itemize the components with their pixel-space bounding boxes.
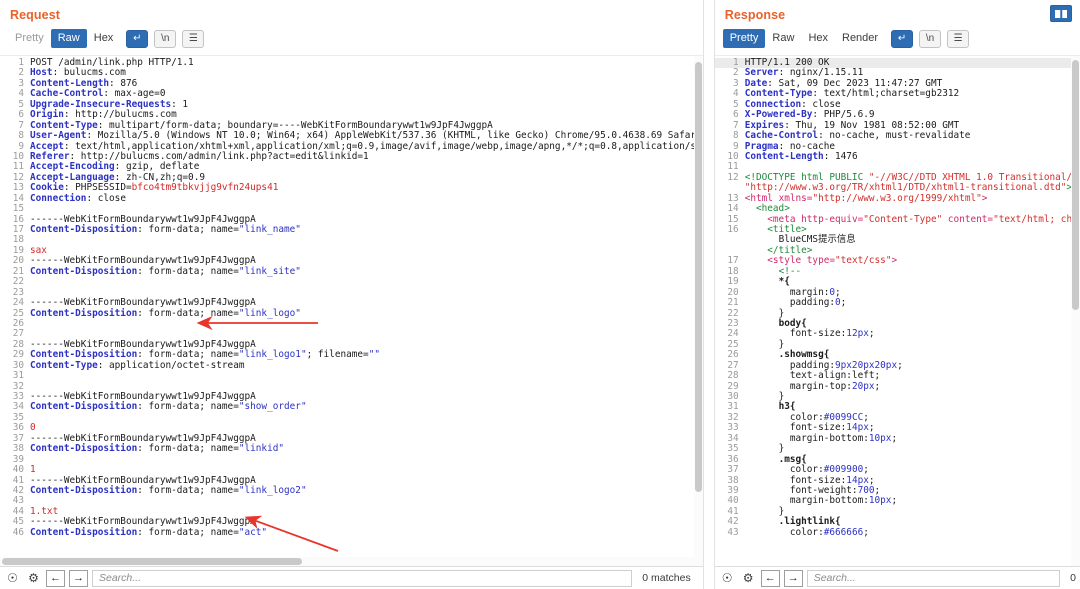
request-toolbar: Pretty Raw Hex ↵ \n ☰ xyxy=(0,28,703,55)
response-code-area[interactable]: 1 HTTP/1.1 200 OK 2 Server: nginx/1.15.11 3 D… xyxy=(714,55,1080,566)
request-tab-pretty[interactable]: Pretty xyxy=(8,29,51,48)
request-vscroll-thumb[interactable] xyxy=(694,62,702,492)
panel-splitter[interactable] xyxy=(702,0,715,589)
response-panel: Response Pretty Raw Hex Render ↵ \n ☰ 1H… xyxy=(714,0,1080,589)
request-panel: Request Pretty Raw Hex ↵ \n ☰ 1 POST /adm… xyxy=(0,0,703,589)
response-code: 1 HTTP/1.1 200 OK 2 Server: nginx/1.15.11 3 D… xyxy=(714,56,1080,538)
response-gear-icon[interactable]: ⚙ xyxy=(740,570,757,587)
request-hscroll-thumb[interactable] xyxy=(2,558,302,565)
request-code-scroll: 1 POST /admin/link.php HTTP/1.1 2 Host: bul… xyxy=(0,56,703,566)
request-tab-raw[interactable]: Raw xyxy=(50,29,87,48)
newline-glyph: \n xyxy=(161,32,170,44)
response-vertical-scrollbar[interactable] xyxy=(1071,56,1080,566)
request-forward-button[interactable]: → xyxy=(69,569,88,587)
request-newline-icon[interactable]: \n xyxy=(154,29,177,48)
response-tab-hex[interactable]: Hex xyxy=(801,29,835,48)
request-horizontal-scrollbar[interactable] xyxy=(0,557,694,566)
request-gear-icon[interactable]: ⚙ xyxy=(25,570,42,587)
response-tab-pretty[interactable]: Pretty xyxy=(722,29,766,48)
request-view-tabs: Pretty Raw Hex xyxy=(8,29,120,48)
request-search-input[interactable]: Search... xyxy=(92,569,633,587)
request-panel-title: Request xyxy=(10,8,61,22)
response-panel-title: Response xyxy=(724,8,786,22)
response-search-input[interactable]: Search... xyxy=(806,569,1061,587)
response-forward-button[interactable]: → xyxy=(783,569,803,587)
request-help-icon[interactable]: ☉ xyxy=(4,570,21,587)
response-view-tabs: Pretty Raw Hex Render xyxy=(722,29,885,48)
response-vscroll-thumb[interactable] xyxy=(1072,60,1080,310)
response-match-count: 0 xyxy=(1070,572,1077,584)
request-match-count: 0 matches xyxy=(642,572,691,584)
response-back-button[interactable]: ← xyxy=(760,569,780,587)
response-code-scroll: 1 HTTP/1.1 200 OK 2 Server: nginx/1.15.11 3 D… xyxy=(714,56,1080,566)
request-code-area[interactable]: 1 POST /admin/link.php HTTP/1.1 2 Host: bul… xyxy=(0,55,703,566)
newline-glyph: \n xyxy=(925,32,935,44)
request-vertical-scrollbar[interactable] xyxy=(693,56,703,566)
request-back-button[interactable]: ← xyxy=(46,569,65,587)
response-tab-render[interactable]: Render xyxy=(835,29,885,48)
response-help-icon[interactable]: ☉ xyxy=(719,570,736,587)
response-toolbar: Pretty Raw Hex Render ↵ \n ☰ xyxy=(715,28,1080,55)
request-word-wrap-icon[interactable]: ↵ xyxy=(126,29,149,48)
request-menu-icon[interactable]: ☰ xyxy=(182,29,205,48)
request-code: 1 POST /admin/link.php HTTP/1.1 2 Host: bul… xyxy=(12,57,703,538)
response-word-wrap-icon[interactable]: ↵ xyxy=(891,29,914,48)
response-newline-icon[interactable]: \n xyxy=(919,29,942,48)
response-bottom-bar: ☉ ⚙ ← → Search... 0 xyxy=(714,566,1080,589)
request-bottom-bar: ☉ ⚙ ← → Search... 0 matches xyxy=(0,566,703,589)
response-tab-raw[interactable]: Raw xyxy=(765,29,801,48)
split-view-icon[interactable] xyxy=(1050,5,1073,22)
response-menu-icon[interactable]: ☰ xyxy=(947,29,970,48)
request-tab-hex[interactable]: Hex xyxy=(87,29,121,48)
burp-repeater-window: Request Pretty Raw Hex ↵ \n ☰ 1 POST /adm… xyxy=(0,0,1080,589)
